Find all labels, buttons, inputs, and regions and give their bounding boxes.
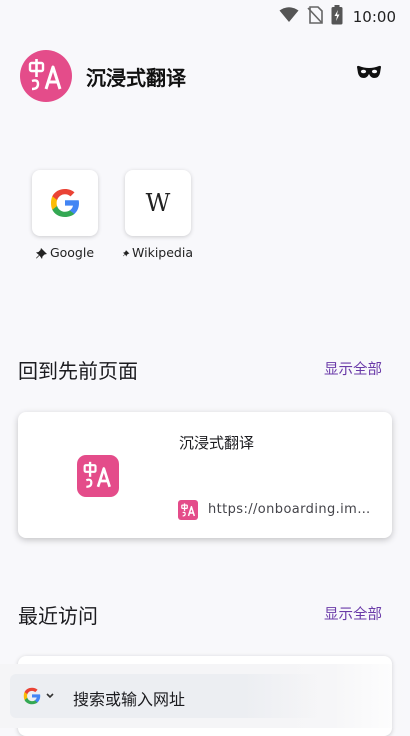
tab-thumbnail [77,455,119,497]
shortcut-tile[interactable] [32,170,98,236]
google-g-icon [51,189,79,217]
private-browsing-button[interactable] [355,60,383,84]
pin-icon [123,249,130,257]
wifi-icon [279,7,299,27]
jump-back-show-all-link[interactable]: 显示全部 [324,358,382,379]
google-g-icon [23,687,41,705]
search-bar[interactable]: 搜索或输入网址 [0,664,410,728]
shortcut-label: Wikipedia [132,245,193,260]
immersive-translate-logo-icon [83,461,111,488]
shortcut-wikipedia[interactable]: W Wikipedia [123,170,193,260]
chevron-down-icon [46,693,54,699]
jump-back-section-title: 回到先前页面 [18,359,138,383]
site-favicon [178,500,198,520]
clock: 10:00 [352,8,396,26]
status-bar: 10:00 [0,0,410,30]
jump-back-tab-card[interactable]: 沉浸式翻译 https://onboarding.immersivetransl… [18,412,392,538]
shortcut-label: Google [49,245,95,260]
tab-title: 沉浸式翻译 [179,434,255,452]
immersive-translate-logo-icon [180,502,195,517]
immersive-translate-logo-icon [28,59,62,91]
app-logo [20,50,72,102]
no-sim-icon [307,6,323,28]
recent-show-all-link[interactable]: 显示全部 [324,603,382,624]
battery-charging-icon [331,5,343,29]
pin-icon [35,247,47,259]
shortcut-tile[interactable]: W [125,170,191,236]
search-input[interactable]: 搜索或输入网址 [73,686,185,710]
shortcut-google[interactable]: Google [30,170,100,260]
recent-section-title: 最近访问 [18,604,98,628]
tab-url: https://onboarding.immersivetranslate.co… [208,502,380,517]
mask-icon [357,65,381,78]
wikipedia-w-icon: W [145,189,171,217]
search-engine-selector[interactable] [22,684,55,708]
app-title: 沉浸式翻译 [86,66,186,90]
